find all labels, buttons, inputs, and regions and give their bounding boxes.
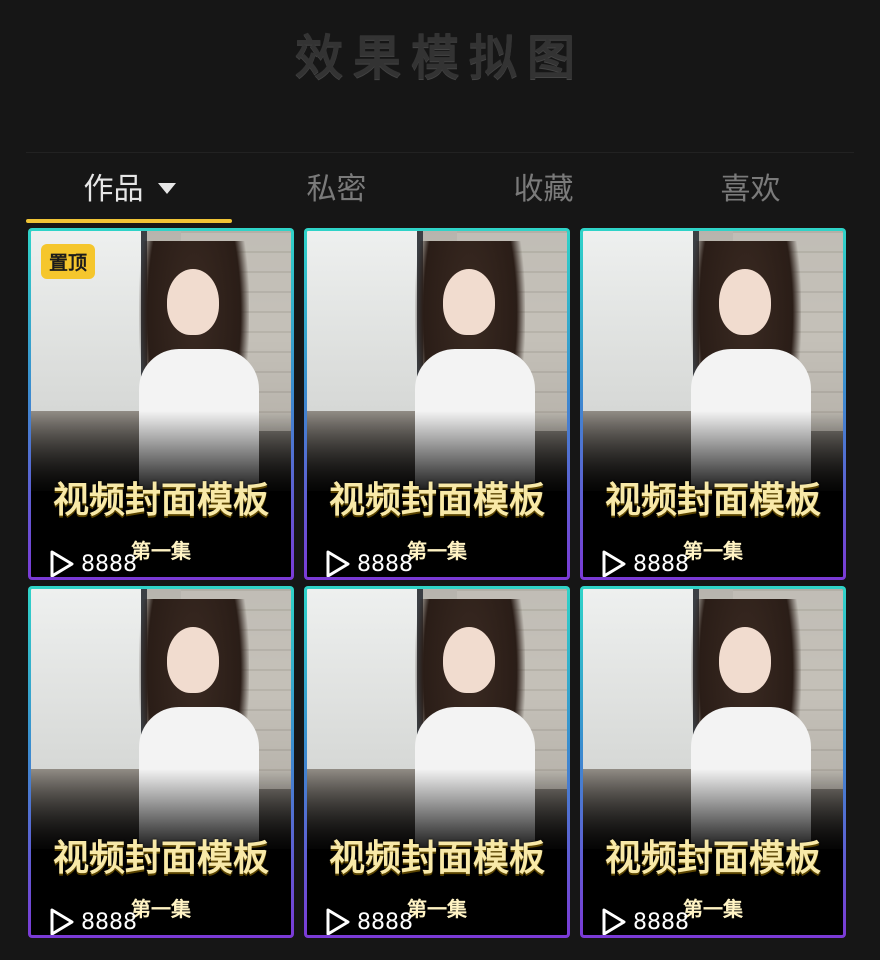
- tab-private[interactable]: 私密: [233, 153, 440, 219]
- tab-works[interactable]: 作品: [26, 153, 233, 219]
- pinned-badge: 置顶: [41, 244, 96, 279]
- page-title: 效果模拟图: [294, 30, 585, 86]
- tab-label: 作品: [83, 172, 144, 207]
- play-icon: [602, 908, 626, 935]
- tab-likes[interactable]: 喜欢: [647, 153, 854, 219]
- video-grid: 置顶 视频封面模板 第一集 8888 视频封面模板 第一集 8888 视频封面模…: [26, 226, 854, 946]
- view-count-value: 8888: [81, 551, 137, 577]
- cover-title: 视频封面模板: [604, 838, 821, 879]
- caret-down-icon: [157, 182, 176, 194]
- tab-label: 收藏: [513, 172, 574, 207]
- play-icon: [50, 550, 74, 577]
- play-icon: [602, 550, 626, 577]
- play-icon: [326, 908, 350, 935]
- view-count: 8888: [601, 549, 689, 577]
- cover-title: 视频封面模板: [328, 480, 545, 521]
- cover-title: 视频封面模板: [328, 838, 545, 879]
- view-count: 8888: [49, 907, 137, 935]
- tab-favorites[interactable]: 收藏: [440, 153, 647, 219]
- view-count-value: 8888: [81, 909, 137, 935]
- video-card[interactable]: 置顶 视频封面模板 第一集 8888: [28, 228, 294, 580]
- tab-label: 私密: [306, 172, 367, 207]
- view-count-value: 8888: [633, 551, 689, 577]
- view-count-value: 8888: [357, 909, 413, 935]
- view-count: 8888: [325, 907, 413, 935]
- profile-works-page: 效果模拟图 作品 私密 收藏 喜欢 置顶 视频封面模板 第一集 8888 视频封…: [0, 0, 880, 960]
- tab-bar: 作品 私密 收藏 喜欢: [26, 152, 854, 223]
- play-icon: [326, 550, 350, 577]
- view-count: 8888: [325, 549, 413, 577]
- cover-title: 视频封面模板: [52, 480, 269, 521]
- video-card[interactable]: 视频封面模板 第一集 8888: [28, 586, 294, 938]
- video-card[interactable]: 视频封面模板 第一集 8888: [304, 228, 570, 580]
- play-icon: [50, 908, 74, 935]
- view-count: 8888: [601, 907, 689, 935]
- video-card[interactable]: 视频封面模板 第一集 8888: [304, 586, 570, 938]
- active-tab-indicator: [26, 219, 232, 223]
- view-count-value: 8888: [357, 551, 413, 577]
- cover-title: 视频封面模板: [52, 838, 269, 879]
- video-card[interactable]: 视频封面模板 第一集 8888: [580, 228, 846, 580]
- tab-label: 喜欢: [720, 172, 781, 207]
- view-count: 8888: [49, 549, 137, 577]
- video-card[interactable]: 视频封面模板 第一集 8888: [580, 586, 846, 938]
- cover-title: 视频封面模板: [604, 480, 821, 521]
- view-count-value: 8888: [633, 909, 689, 935]
